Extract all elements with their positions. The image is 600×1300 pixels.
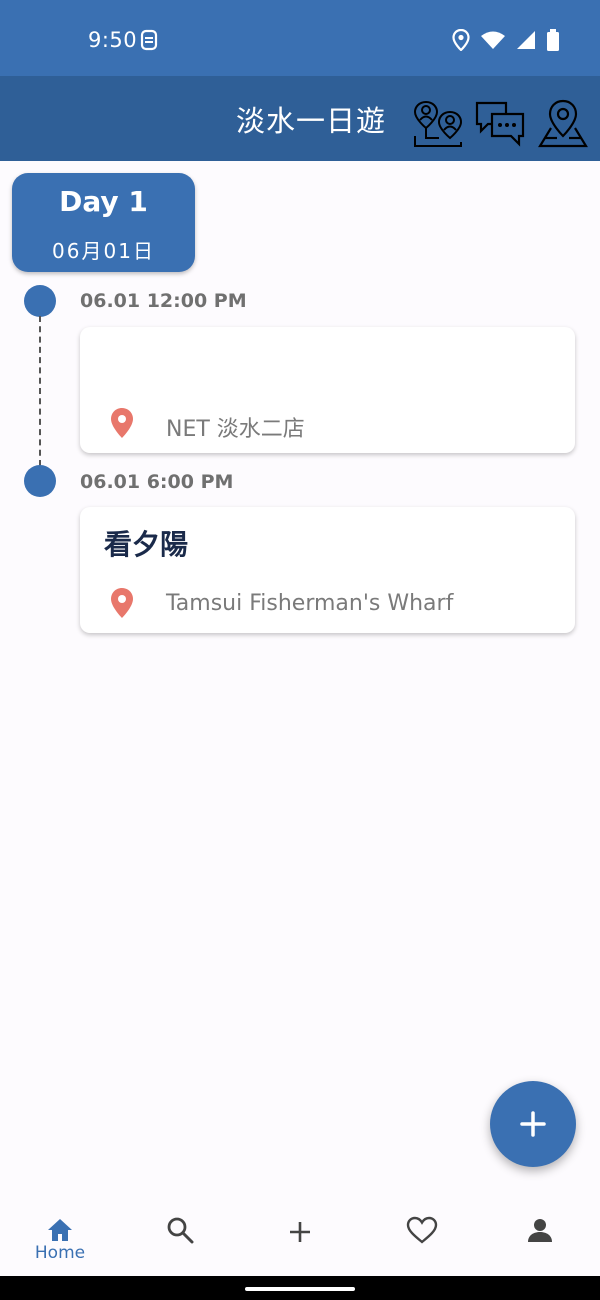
person-icon xyxy=(528,1219,552,1242)
location-icon xyxy=(452,28,470,55)
timeline-connector xyxy=(39,316,41,466)
event-time: 06.01 6:00 PM xyxy=(80,471,234,493)
app-bar: 淡水一日遊 xyxy=(0,76,600,161)
nav-favorites[interactable] xyxy=(360,1196,480,1276)
add-event-button[interactable] xyxy=(490,1081,576,1167)
event-card[interactable]: NET 淡水二店 xyxy=(80,327,575,453)
wifi-icon xyxy=(480,30,506,54)
status-bar: 9:50 xyxy=(0,0,600,76)
day-card[interactable]: Day 1 06月01日 xyxy=(12,173,195,272)
page-title: 淡水一日遊 xyxy=(236,104,387,138)
heart-icon xyxy=(406,1216,438,1244)
nav-search[interactable] xyxy=(120,1196,240,1276)
chat-icon[interactable] xyxy=(474,98,526,154)
home-gesture-handle[interactable] xyxy=(245,1287,355,1291)
day-date: 06月01日 xyxy=(52,239,155,263)
sim-notification-icon xyxy=(140,29,158,55)
plus-icon xyxy=(520,1111,546,1137)
event-location: Tamsui Fisherman's Wharf xyxy=(166,591,454,616)
battery-icon xyxy=(546,29,560,55)
timeline-dot xyxy=(24,465,56,497)
event-location: NET 淡水二店 xyxy=(166,417,305,442)
location-pin-icon xyxy=(110,407,134,443)
day-title: Day 1 xyxy=(59,185,148,218)
status-time: 9:50 xyxy=(88,28,138,52)
event-time: 06.01 12:00 PM xyxy=(80,290,247,312)
signal-icon xyxy=(516,30,536,54)
nav-home-label: Home xyxy=(34,1243,86,1263)
members-location-icon[interactable] xyxy=(412,98,464,154)
nav-add[interactable] xyxy=(240,1196,360,1276)
event-title: 看夕陽 xyxy=(104,528,189,561)
nav-home[interactable]: Home xyxy=(0,1196,120,1276)
timeline-dot xyxy=(24,285,56,317)
map-icon[interactable] xyxy=(537,98,589,154)
gesture-navigation-bar xyxy=(0,1276,600,1300)
home-icon xyxy=(48,1219,72,1241)
event-card[interactable]: 看夕陽 Tamsui Fisherman's Wharf xyxy=(80,507,575,633)
nav-profile[interactable] xyxy=(480,1196,600,1276)
search-icon xyxy=(167,1217,194,1244)
location-pin-icon xyxy=(110,587,134,623)
add-icon xyxy=(290,1222,310,1242)
bottom-navigation: Home xyxy=(0,1196,600,1276)
